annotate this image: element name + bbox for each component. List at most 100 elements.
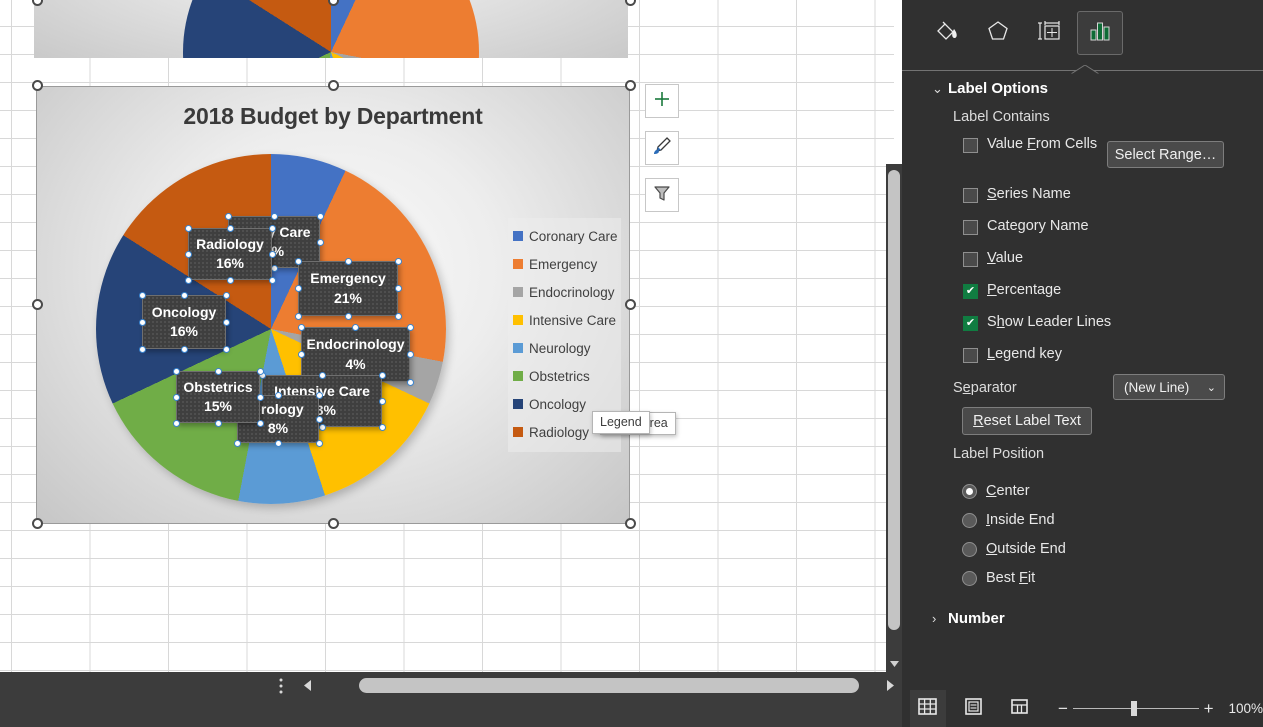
legend-item[interactable]: Intensive Care [513, 306, 619, 334]
zoom-level[interactable]: 100% [1228, 701, 1263, 716]
label-handle[interactable] [139, 319, 146, 326]
legend-item[interactable]: Emergency [513, 250, 619, 278]
label-handle[interactable] [185, 225, 192, 232]
label-handle[interactable] [317, 239, 324, 246]
data-label-endocrinology[interactable]: Endocrinology4% [301, 327, 410, 382]
data-label-oncology[interactable]: Oncology16% [142, 295, 226, 349]
chart-handle-s[interactable] [328, 518, 339, 529]
label-handle[interactable] [181, 346, 188, 353]
label-handle[interactable] [173, 368, 180, 375]
zoom-slider-thumb[interactable] [1131, 701, 1137, 716]
label-handle[interactable] [223, 346, 230, 353]
label-handle[interactable] [407, 324, 414, 331]
chart-handle-n[interactable] [328, 80, 339, 91]
radio-inside-end[interactable]: Inside End [962, 512, 1055, 528]
label-handle[interactable] [298, 351, 305, 358]
label-handle[interactable] [295, 285, 302, 292]
label-handle[interactable] [227, 277, 234, 284]
zoom-slider[interactable] [1073, 690, 1199, 727]
number-section-header[interactable]: › Number [932, 610, 1005, 627]
label-handle[interactable] [319, 372, 326, 379]
label-handle[interactable] [269, 277, 276, 284]
horizontal-scrollbar-track[interactable] [319, 672, 880, 699]
data-label-radiology[interactable]: Radiology16% [188, 228, 272, 280]
chart-handle-e[interactable] [625, 299, 636, 310]
label-handle[interactable] [379, 424, 386, 431]
label-handle[interactable] [275, 440, 282, 447]
radio-center[interactable]: Center [962, 483, 1030, 499]
checkbox-category-name[interactable]: Category Name [963, 218, 1089, 235]
label-handle[interactable] [223, 292, 230, 299]
label-handle[interactable] [379, 398, 386, 405]
label-handle[interactable] [317, 213, 324, 220]
separator-dropdown[interactable]: (New Line) ⌄ [1113, 374, 1225, 400]
chart-handle-ne[interactable] [625, 80, 636, 91]
label-handle[interactable] [316, 392, 323, 399]
label-handle[interactable] [295, 258, 302, 265]
label-handle[interactable] [352, 324, 359, 331]
legend-item[interactable]: Obstetrics [513, 362, 619, 390]
label-handle[interactable] [407, 379, 414, 386]
checkbox-value[interactable]: Value [963, 250, 1023, 267]
pane-tab-fill-line[interactable] [924, 11, 970, 55]
select-range-button[interactable]: Select Range… [1107, 141, 1224, 168]
chart-handle-w[interactable] [32, 299, 43, 310]
scroll-left-button[interactable] [297, 672, 319, 699]
data-label-obstetrics[interactable]: Obstetrics15% [176, 371, 260, 423]
reset-label-text-button[interactable]: Reset Label Text [962, 407, 1092, 435]
label-handle[interactable] [185, 277, 192, 284]
label-handle[interactable] [173, 394, 180, 401]
label-options-section-header[interactable]: ⌄ Label Options [932, 80, 1048, 97]
normal-view-button[interactable] [910, 690, 946, 727]
checkbox-series-name[interactable]: Series Name [963, 186, 1071, 203]
horizontal-scrollbar-thumb[interactable] [359, 678, 859, 693]
label-handle[interactable] [139, 292, 146, 299]
pane-tab-size-properties[interactable] [1026, 11, 1072, 55]
chart-title[interactable]: 2018 Budget by Department [37, 103, 629, 130]
label-handle[interactable] [395, 285, 402, 292]
radio-outside-end[interactable]: Outside End [962, 541, 1066, 557]
label-handle[interactable] [185, 251, 192, 258]
label-handle[interactable] [269, 251, 276, 258]
vertical-scrollbar-thumb[interactable] [888, 170, 900, 630]
label-handle[interactable] [298, 324, 305, 331]
radio-best-fit[interactable]: Best Fit [962, 570, 1035, 586]
checkbox-value-from-cells[interactable]: Value From Cells [963, 136, 1103, 153]
checkbox-legend-key[interactable]: Legend key [963, 346, 1062, 363]
label-handle[interactable] [395, 313, 402, 320]
label-handle[interactable] [319, 424, 326, 431]
label-handle[interactable] [225, 213, 232, 220]
data-label-emergency[interactable]: Emergency21% [298, 261, 398, 316]
label-handle[interactable] [139, 346, 146, 353]
page-break-preview-button[interactable] [1001, 690, 1037, 727]
pane-tab-effects[interactable] [975, 11, 1021, 55]
label-handle[interactable] [215, 420, 222, 427]
label-handle[interactable] [223, 319, 230, 326]
legend-item[interactable]: Coronary Care [513, 222, 619, 250]
label-handle[interactable] [181, 292, 188, 299]
page-layout-view-button[interactable] [956, 690, 992, 727]
label-handle[interactable] [395, 258, 402, 265]
horizontal-scrollbar[interactable] [265, 672, 902, 699]
scroll-down-button[interactable] [886, 656, 902, 672]
label-handle[interactable] [275, 392, 282, 399]
label-handle[interactable] [407, 351, 414, 358]
label-handle[interactable] [215, 368, 222, 375]
checkbox-percentage[interactable]: ✔ Percentage [963, 282, 1061, 299]
label-handle[interactable] [271, 213, 278, 220]
label-handle[interactable] [345, 313, 352, 320]
label-handle[interactable] [234, 440, 241, 447]
label-handle[interactable] [295, 313, 302, 320]
label-handle[interactable] [316, 440, 323, 447]
zoom-in-button[interactable]: + [1199, 699, 1219, 719]
legend-item[interactable]: Endocrinology [513, 278, 619, 306]
label-handle[interactable] [316, 416, 323, 423]
chart-handle-sw[interactable] [32, 518, 43, 529]
label-handle[interactable] [345, 258, 352, 265]
label-handle[interactable] [173, 420, 180, 427]
label-handle[interactable] [257, 394, 264, 401]
chart-styles-button[interactable] [645, 131, 679, 165]
chart-filters-button[interactable] [645, 178, 679, 212]
scroll-right-button[interactable] [880, 672, 902, 699]
pane-tab-label-options[interactable] [1077, 11, 1123, 55]
